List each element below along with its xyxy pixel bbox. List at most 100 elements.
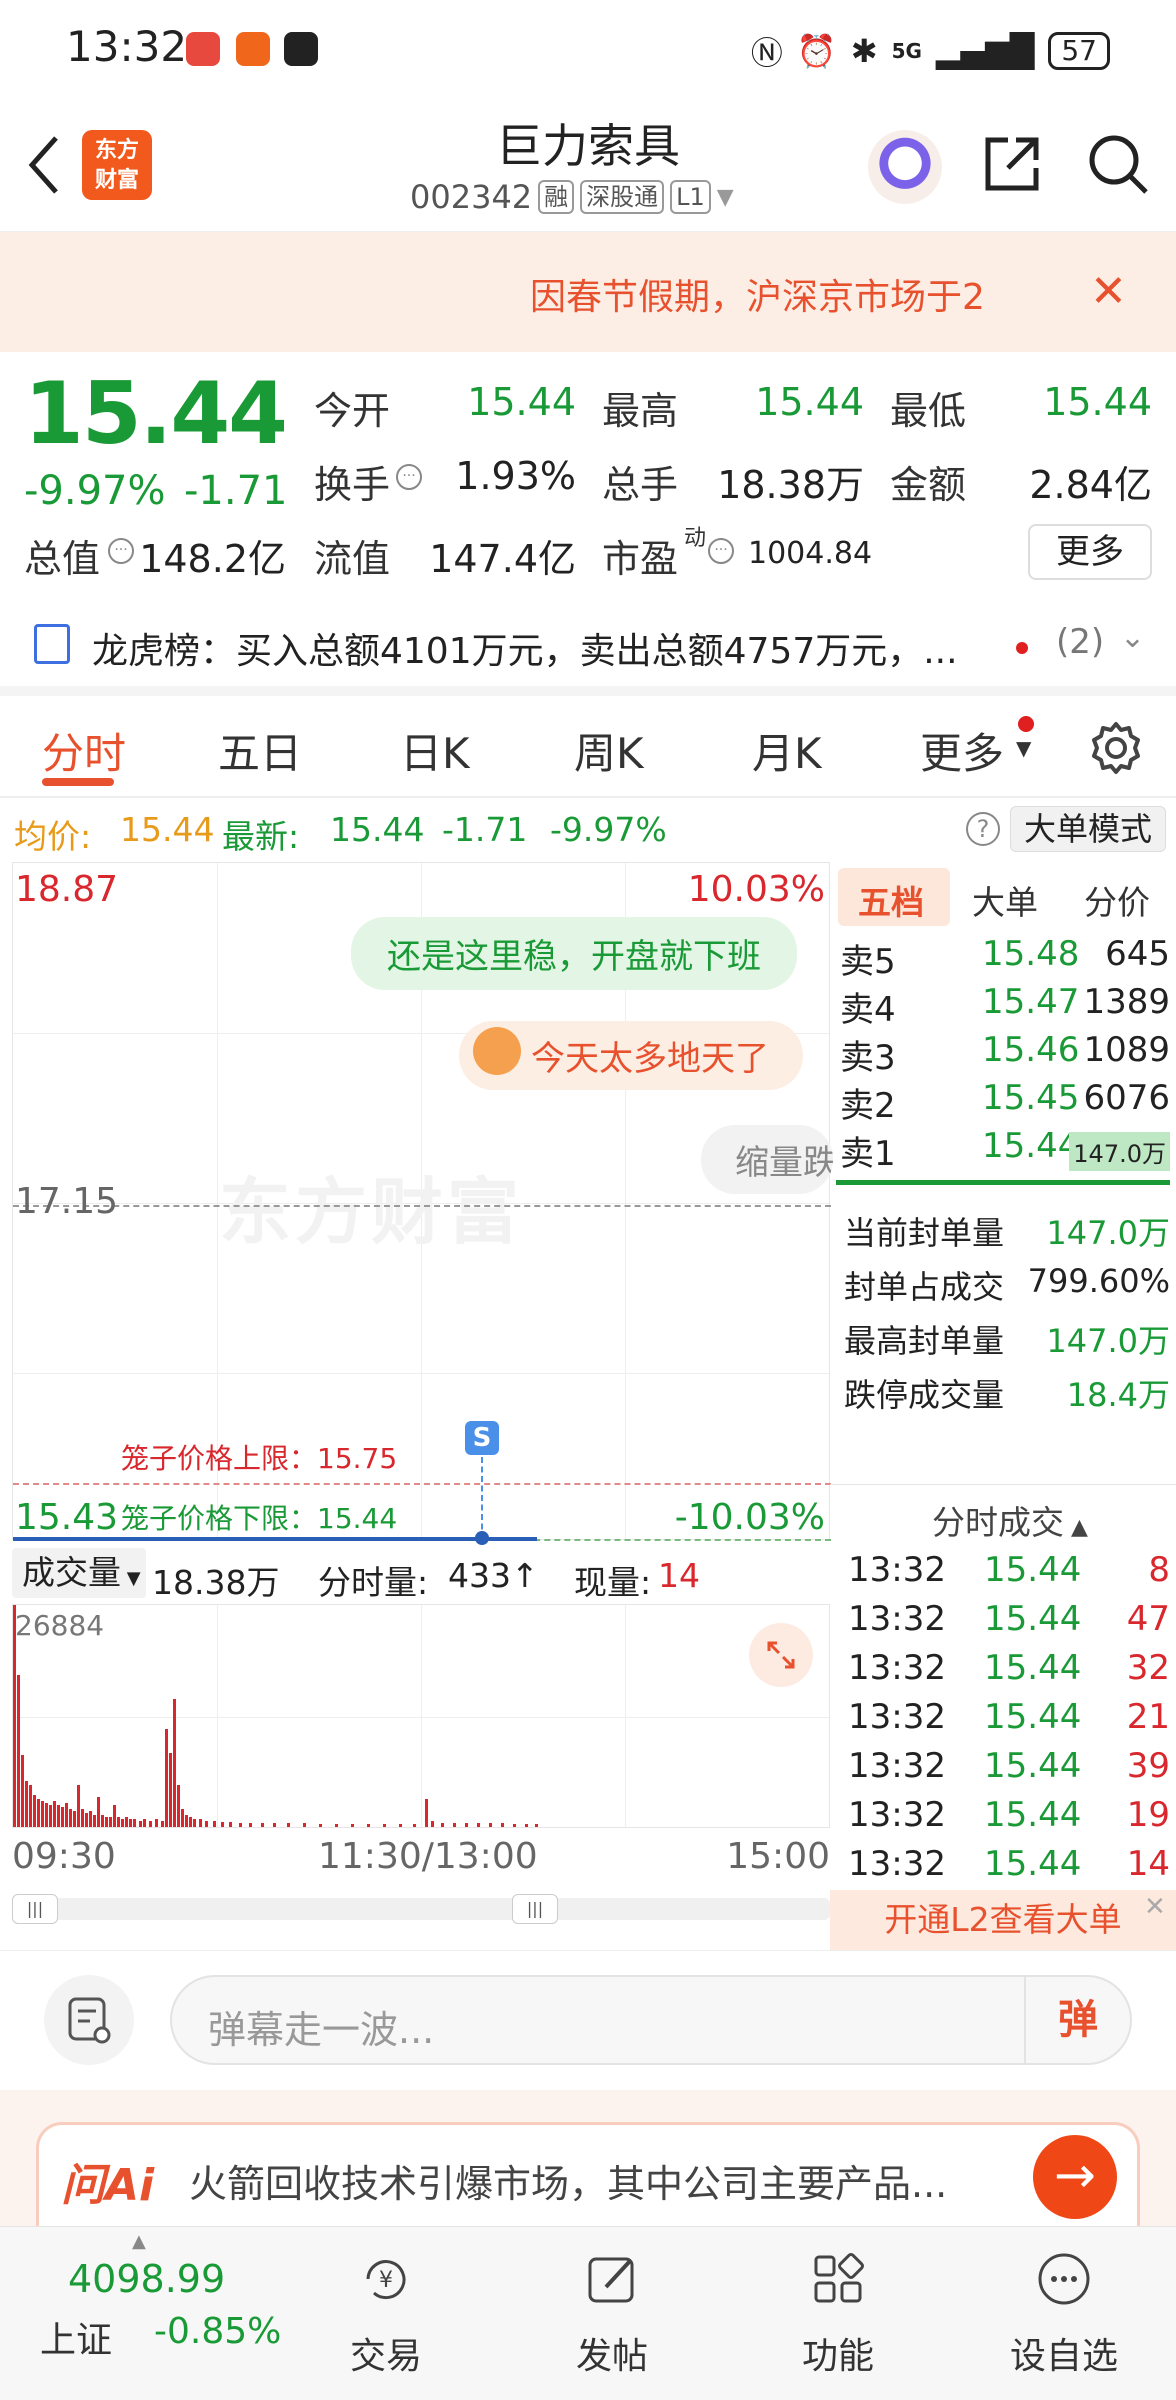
tag-margin: 融 [538,180,575,214]
turnover-value: 1.93% [455,454,576,498]
help-icon[interactable]: ? [966,812,1000,846]
comment-bar: 弹幕走一波... 弹 [0,1950,1176,2090]
search-icon[interactable] [1086,132,1150,196]
close-icon[interactable]: ✕ [1144,1892,1166,1922]
tab-price-dist[interactable]: 分价 [1084,876,1150,924]
axis-time-start: 09:30 [12,1836,116,1877]
tab-more[interactable]: 更多 [920,720,1004,781]
tab-five-levels[interactable]: 五档 [858,876,924,924]
float-value: 147.4亿 [429,537,576,581]
indicator-select[interactable]: 成交量 ▼ [12,1548,146,1598]
tab-monthly-k[interactable]: 月K [752,720,822,781]
app-notification-icon [236,32,270,66]
nav-functions[interactable]: 功能 [758,2227,918,2400]
order-book-row: 卖3 15.46 1089 [840,1030,1170,1078]
tab-weekly-k[interactable]: 周K [574,720,644,781]
more-button[interactable]: 更多 [1028,524,1152,580]
nfc-icon: Ⓝ [750,34,783,72]
range-handle-right[interactable]: ||| [512,1894,558,1924]
comment-bubble[interactable]: 还是这里稳，开盘就下班 [351,917,797,990]
tab-five-day[interactable]: 五日 [218,720,302,781]
cow-emoji-icon [473,1027,521,1075]
dropdown-triangle-icon: ▼ [716,184,734,210]
info-icon[interactable]: ··· [396,464,422,490]
app-logo: 东方 财富 [82,130,152,200]
tab-big-orders[interactable]: 大单 [972,876,1038,924]
turnover-label: 换手 [314,463,391,507]
comment-bubble[interactable]: 今天太多地天了 [459,1021,803,1090]
tag-level: L1 [670,180,711,214]
order-panel-tabs: 五档 大单 分价 [830,862,1176,930]
mktcap-value: 148.2亿 [139,537,286,581]
danmaku-input[interactable]: 弹幕走一波... 弹 [170,1975,1132,2065]
intraday-chart[interactable]: 东方财富 18.87 10.03% 还是这里稳，开盘就下班 今天太多地天了 缩量… [12,862,833,1545]
trades-title[interactable]: 分时成交 ▲ [932,1496,1088,1544]
order-panel: 五档 大单 分价 卖5 15.48 645 卖4 15.47 1389 卖3 1… [830,862,1176,1950]
holiday-notice[interactable]: 因春节假期，沪深京市场于2 ✕ [0,232,1176,352]
dropdown-triangle-icon: ▼ [121,1568,141,1589]
nav-trade[interactable]: ¥ 交易 [306,2227,466,2400]
axis-time-end: 15:00 [726,1836,830,1877]
trade-row: 13:32 15.44 8 [848,1550,1170,1590]
nav-add-watchlist[interactable]: 设自选 [984,2227,1144,2400]
more-dots-icon [1038,2253,1090,2305]
grid-icon [814,2253,864,2303]
settings-gear-icon[interactable] [1088,720,1144,776]
danmaku-placeholder: 弹幕走一波... [208,2008,435,2052]
bid-ask-separator [836,1180,1170,1185]
stock-code-row[interactable]: 002342 融 深股通 L1 ▼ [410,178,734,216]
time-range-scrollbar[interactable]: ||| ||| [12,1894,830,1924]
arrow-right-icon[interactable]: → [1033,2135,1117,2219]
big-order-mode-button[interactable]: 大单模式 [1010,806,1166,852]
minute-volume-label: 分时量: [318,1563,429,1602]
latest-value: 15.44 [330,810,425,849]
latest-percent: -9.97% [550,810,667,849]
header: 巨力索具 东方 财富 002342 融 深股通 L1 ▼ [0,100,1176,232]
robot-assistant-icon[interactable] [868,130,942,204]
ai-prompt-text: 火箭回收技术引爆市场，其中公司主要产品... [189,2162,948,2206]
cage-upper-line [13,1483,831,1485]
chevron-down-icon[interactable]: ⌄ [1120,620,1145,655]
volume-label: 总手 [602,463,679,507]
nav-post[interactable]: 发帖 [532,2227,692,2400]
expand-icon[interactable] [749,1623,813,1687]
axis-low-percent: -10.03% [674,1497,825,1538]
trade-row: 13:32 15.44 19 [848,1795,1170,1835]
volume-bars [13,1605,538,1827]
comment-bubble[interactable]: 缩量跌 [701,1125,833,1194]
close-icon[interactable]: ✕ [1090,270,1127,314]
back-arrow-icon[interactable] [24,130,64,200]
volume-chart[interactable]: 26884 [12,1604,830,1828]
sell-marker-icon[interactable]: S [465,1421,499,1455]
ai-question-bar[interactable]: 问Ai 火箭回收技术引爆市场，其中公司主要产品... → [36,2122,1140,2226]
pe-value: 1004.84 [748,536,873,571]
dropdown-triangle-icon: ▼ [1016,736,1032,760]
range-handle-left[interactable]: ||| [12,1894,58,1924]
trade-row: 13:32 15.44 32 [848,1648,1170,1688]
quote-panel: 15.44 -9.97% -1.71 今开 15.44 最高 15.44 最低 … [0,352,1176,592]
info-icon[interactable]: ··· [108,538,134,564]
change-percent: -9.97% [24,468,166,514]
info-icon[interactable]: ··· [708,538,734,564]
minute-volume-value: 433↑ [448,1556,539,1595]
danmaku-button[interactable]: 弹 [1024,1977,1130,2063]
index-ticker[interactable]: 4098.99 上证 -0.85% [0,2227,300,2400]
low-value: 15.44 [1043,380,1152,424]
trade-icon: ¥ [366,2260,406,2300]
battery-icon: 57 [1048,32,1110,70]
latest-change: -1.71 [442,810,528,849]
compose-icon[interactable] [44,1975,134,2065]
volume-info-row: 成交量 ▼ 18.38万 分时量: 433↑ 现量: 14 [12,1542,830,1602]
tab-intraday[interactable]: 分时 [42,720,126,781]
share-icon[interactable] [980,132,1044,196]
cage-lower-label: 笼子价格下限：15.44 [121,1502,398,1535]
tab-daily-k[interactable]: 日K [400,720,470,781]
low-label: 最低 [890,389,967,433]
current-volume-label: 现量: [574,1563,652,1602]
l2-upgrade-banner[interactable]: 开通L2查看大单 [830,1890,1176,1950]
mktcap-label: 总值 [24,537,101,581]
dragon-tiger-list[interactable]: 龙虎榜：买入总额4101万元，卖出总额4757万元，... (2) ⌄ [0,592,1176,696]
bottom-nav: ▲ 4098.99 上证 -0.85% ¥ 交易 发帖 功能 设自选 [0,2226,1176,2400]
dragon-tiger-count: (2) [1056,622,1105,662]
axis-time-mid: 11:30/13:00 [318,1836,538,1877]
